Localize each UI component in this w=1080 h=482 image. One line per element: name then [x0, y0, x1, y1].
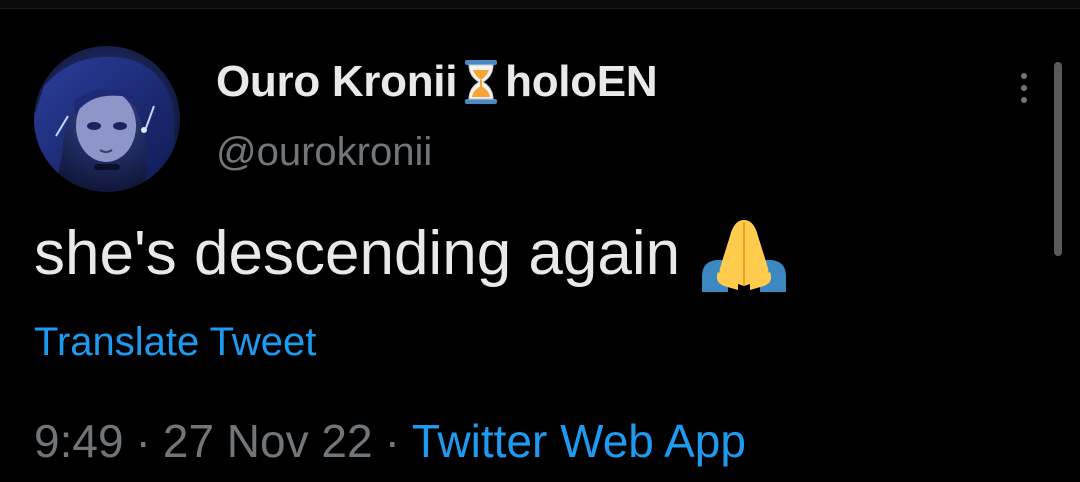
more-options-button[interactable] [1004, 64, 1044, 112]
tweet-detail-view: Ouro Kronii holoEN @ourokronii she's des… [0, 0, 1080, 482]
top-divider [0, 0, 1080, 9]
translate-tweet-link[interactable]: Translate Tweet [34, 322, 316, 362]
separator: · [384, 415, 400, 467]
author-handle[interactable]: @ourokronii [216, 132, 432, 172]
scrollbar[interactable] [1054, 62, 1062, 256]
author-name-row[interactable]: Ouro Kronii holoEN [216, 54, 658, 110]
tweet-text-content: she's descending again [34, 218, 681, 288]
tweet-metadata: 9:49 · 27 Nov 22 · Twitter Web App [34, 418, 746, 464]
tweet-text: she's descending again [34, 216, 790, 292]
avatar-image [34, 46, 180, 192]
tweet-time[interactable]: 9:49 [34, 418, 124, 464]
avatar[interactable] [34, 46, 180, 192]
author-display-name[interactable]: Ouro Kronii [216, 60, 457, 104]
separator: · [135, 415, 151, 467]
tweet-date[interactable]: 27 Nov 22 [163, 418, 373, 464]
tweet-source-link[interactable]: Twitter Web App [412, 418, 746, 464]
more-vertical-icon [1021, 73, 1027, 79]
folded-hands-icon [698, 216, 790, 292]
hourglass-icon [463, 58, 499, 106]
author-affiliation[interactable]: holoEN [505, 60, 657, 104]
